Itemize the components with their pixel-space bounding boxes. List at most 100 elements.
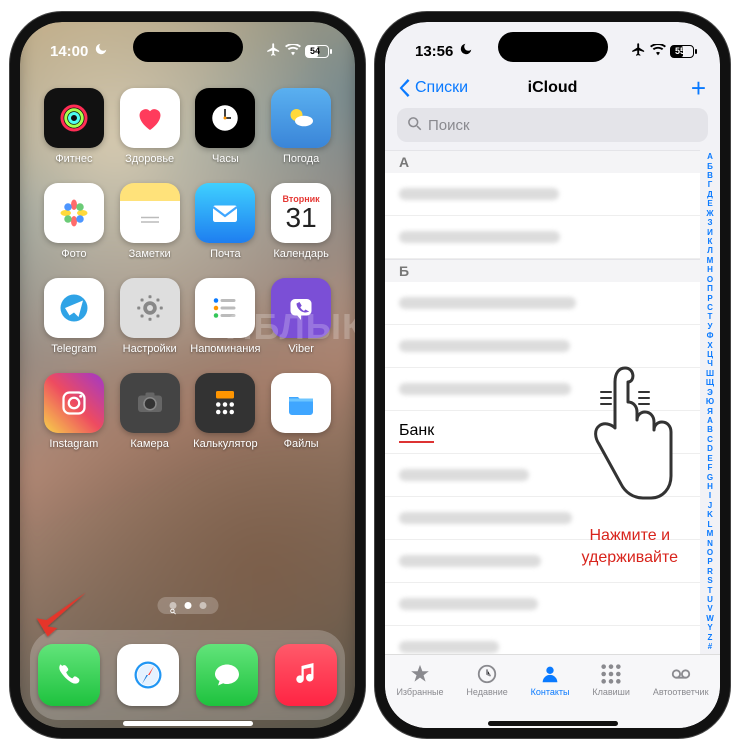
dnd-moon-icon <box>94 42 108 60</box>
search-field[interactable]: Поиск <box>397 108 708 142</box>
airplane-icon <box>266 42 281 61</box>
index-letter[interactable]: G <box>707 473 713 482</box>
index-letter[interactable]: E <box>707 454 712 463</box>
index-letter[interactable]: П <box>707 284 713 293</box>
index-letter[interactable]: M <box>707 529 714 538</box>
index-letter[interactable]: У <box>708 322 713 331</box>
index-letter[interactable]: I <box>709 491 711 500</box>
app-заметки[interactable]: Заметки <box>112 183 188 260</box>
app-напоминания[interactable]: Напоминания <box>188 278 264 355</box>
app-файлы[interactable]: Файлы <box>263 373 339 450</box>
index-letter[interactable]: K <box>707 510 713 519</box>
app-label: Напоминания <box>190 343 260 355</box>
index-letter[interactable]: L <box>708 520 713 529</box>
index-letter[interactable]: Р <box>707 294 712 303</box>
contact-row[interactable] <box>385 583 700 626</box>
flower-icon <box>44 183 104 243</box>
index-letter[interactable]: Б <box>707 162 713 171</box>
tab-label: Недавние <box>466 687 507 697</box>
tab-clock[interactable]: Недавние <box>466 663 507 697</box>
index-letter[interactable]: О <box>707 275 713 284</box>
index-letter[interactable]: T <box>708 586 713 595</box>
index-letter[interactable]: Е <box>707 199 712 208</box>
contact-row[interactable] <box>385 626 700 654</box>
app-instagram[interactable]: Instagram <box>36 373 112 450</box>
folder-icon <box>271 373 331 433</box>
index-letter[interactable]: Д <box>707 190 713 199</box>
home-indicator[interactable] <box>488 721 618 726</box>
index-letter[interactable]: В <box>707 171 713 180</box>
tab-star[interactable]: Избранные <box>396 663 443 697</box>
app-label: Погода <box>283 153 319 165</box>
back-button[interactable]: Списки <box>399 79 468 97</box>
app-фитнес[interactable]: Фитнес <box>36 88 112 165</box>
index-letter[interactable]: H <box>707 482 713 491</box>
index-letter[interactable]: Т <box>708 312 713 321</box>
index-letter[interactable]: М <box>707 256 714 265</box>
app-здоровье[interactable]: Здоровье <box>112 88 188 165</box>
index-letter[interactable]: A <box>707 416 713 425</box>
dock-music[interactable] <box>275 644 337 706</box>
tab-keypad[interactable]: Клавиши <box>592 663 630 697</box>
app-label: Файлы <box>284 438 319 450</box>
index-letter[interactable]: И <box>707 228 713 237</box>
index-letter[interactable]: К <box>708 237 713 246</box>
page-dots[interactable] <box>157 597 218 614</box>
index-letter[interactable]: O <box>707 548 713 557</box>
wifi-icon <box>650 43 666 60</box>
index-letter[interactable]: Ч <box>707 359 713 368</box>
index-letter[interactable]: Y <box>707 623 712 632</box>
dock-safari[interactable] <box>117 644 179 706</box>
index-letter[interactable]: R <box>707 567 713 576</box>
app-календарь[interactable]: Вторник31 Календарь <box>263 183 339 260</box>
app-калькулятор[interactable]: Калькулятор <box>188 373 264 450</box>
index-letter[interactable]: Я <box>707 407 713 416</box>
index-letter[interactable]: N <box>707 539 713 548</box>
tab-voicemail[interactable]: Автоответчик <box>653 663 709 697</box>
app-telegram[interactable]: Telegram <box>36 278 112 355</box>
contact-row[interactable] <box>385 216 700 259</box>
index-letter[interactable]: U <box>707 595 713 604</box>
app-часы[interactable]: Часы <box>188 88 264 165</box>
section-header: Б <box>385 259 700 282</box>
index-letter[interactable]: C <box>707 435 713 444</box>
index-letter[interactable]: Ю <box>706 397 714 406</box>
index-letter[interactable]: Ш <box>706 369 714 378</box>
index-letter[interactable]: Э <box>707 388 713 397</box>
index-letter[interactable]: А <box>707 152 713 161</box>
index-letter[interactable]: J <box>708 501 712 510</box>
index-letter[interactable]: Ц <box>707 350 713 359</box>
app-погода[interactable]: Погода <box>263 88 339 165</box>
add-contact-button[interactable]: + <box>691 73 706 104</box>
index-letter[interactable]: З <box>707 218 712 227</box>
index-letter[interactable]: Z <box>708 633 713 642</box>
app-камера[interactable]: Камера <box>112 373 188 450</box>
index-letter[interactable]: # <box>708 642 712 651</box>
dock-messages[interactable] <box>196 644 258 706</box>
app-фото[interactable]: Фото <box>36 183 112 260</box>
index-letter[interactable]: F <box>708 463 713 472</box>
app-viber[interactable]: Viber <box>263 278 339 355</box>
index-letter[interactable]: Ж <box>706 209 713 218</box>
index-letter[interactable]: Щ <box>706 378 714 387</box>
index-letter[interactable]: S <box>707 576 712 585</box>
app-настройки[interactable]: Настройки <box>112 278 188 355</box>
index-letter[interactable]: Л <box>707 246 713 255</box>
app-почта[interactable]: Почта <box>188 183 264 260</box>
alpha-index-bar[interactable]: АБВГДЕЖЗИКЛМНОПРСТУФХЦЧШЩЭЮЯABCDEFGHIJKL… <box>702 152 718 652</box>
index-letter[interactable]: D <box>707 444 713 453</box>
index-letter[interactable]: W <box>706 614 714 623</box>
tab-contact[interactable]: Контакты <box>531 663 570 697</box>
contact-row[interactable] <box>385 282 700 325</box>
home-indicator[interactable] <box>123 721 253 726</box>
index-letter[interactable]: Н <box>707 265 713 274</box>
index-letter[interactable]: V <box>707 604 712 613</box>
index-letter[interactable]: B <box>707 425 713 434</box>
index-letter[interactable]: С <box>707 303 713 312</box>
dock-phone[interactable] <box>38 644 100 706</box>
index-letter[interactable]: P <box>707 557 712 566</box>
index-letter[interactable]: Г <box>708 180 713 189</box>
index-letter[interactable]: Ф <box>707 331 714 340</box>
index-letter[interactable]: Х <box>707 341 712 350</box>
contact-row[interactable] <box>385 173 700 216</box>
